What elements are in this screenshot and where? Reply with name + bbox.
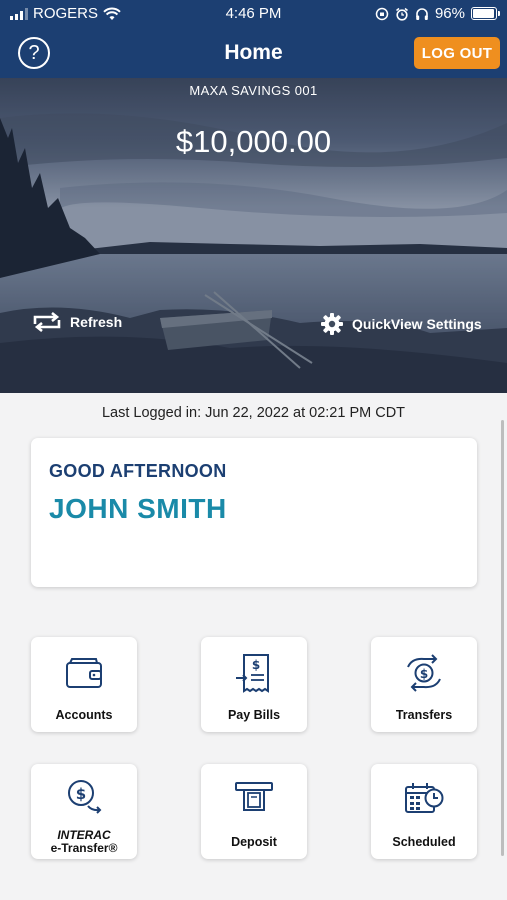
svg-text:$: $ (76, 785, 86, 803)
scheduled-tile[interactable]: Scheduled (371, 764, 477, 859)
greeting-card: GOOD AFTERNOON JOHN SMITH (31, 438, 477, 587)
battery-fill (473, 9, 495, 18)
account-name[interactable]: MAXA SAVINGS 001 (0, 83, 507, 98)
quickview-settings-button[interactable]: QuickView Settings (320, 312, 482, 336)
battery-icon (471, 7, 500, 20)
app-header: ROGERS 4:46 PM 96% ? Home LOG OUT (0, 0, 507, 78)
tile-label: Accounts (55, 708, 113, 722)
alarm-icon (396, 7, 408, 21)
transfer-icon: $ (407, 654, 441, 692)
etransfer-label: e-Transfer® (50, 841, 118, 855)
tile-label: Pay Bills (227, 708, 281, 722)
refresh-label: Refresh (70, 314, 123, 330)
headphones-icon (416, 7, 428, 20)
rotation-lock-icon (375, 7, 389, 20)
last-logged-text: Last Logged in: Jun 22, 2022 at 02:21 PM… (101, 405, 406, 421)
logout-button[interactable]: LOG OUT (414, 37, 500, 69)
user-name: JOHN SMITH (49, 493, 227, 524)
tile-label: INTERAC e-Transfer® (31, 829, 137, 855)
svg-text:$: $ (420, 667, 428, 681)
account-balance: $10,000.00 (175, 124, 332, 159)
gear-icon (321, 313, 343, 335)
battery-percent: 96% (434, 5, 465, 22)
quickview-settings-label: QuickView Settings (352, 316, 482, 332)
svg-text:$: $ (252, 658, 260, 672)
scrollbar[interactable] (501, 420, 504, 856)
greeting-line: GOOD AFTERNOON (49, 461, 227, 481)
refresh-icon (33, 312, 61, 332)
interac-etransfer-tile[interactable]: $ INTERAC e-Transfer® (31, 764, 137, 859)
refresh-button[interactable]: Refresh (32, 312, 122, 332)
bill-icon: $ (236, 654, 269, 693)
atm-deposit-icon (235, 782, 273, 811)
tile-label: Scheduled (392, 835, 456, 849)
accounts-tile[interactable]: Accounts (31, 637, 137, 732)
transfers-tile[interactable]: $ Transfers (371, 637, 477, 732)
deposit-tile[interactable]: Deposit (201, 764, 307, 859)
tile-label: Transfers (395, 708, 453, 722)
etransfer-icon: $ (68, 780, 102, 814)
quickview-panel: MAXA SAVINGS 001 $10,000.00 Refresh Quic… (0, 78, 507, 393)
pay-bills-tile[interactable]: $ Pay Bills (201, 637, 307, 732)
wallet-icon (66, 658, 102, 688)
status-bar: ROGERS 4:46 PM 96% (0, 0, 507, 28)
tile-label: Deposit (231, 835, 277, 849)
calendar-clock-icon (405, 783, 444, 813)
